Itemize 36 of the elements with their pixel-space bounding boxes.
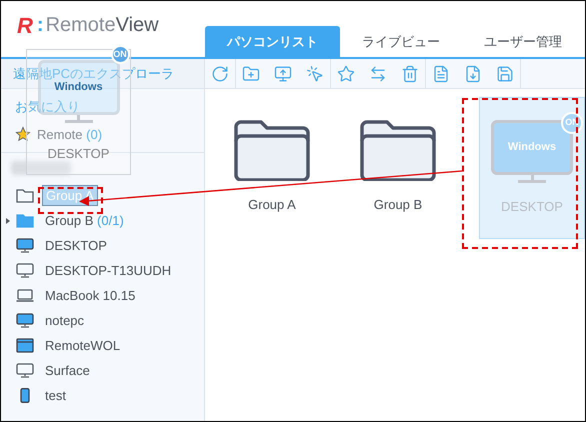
tile-label: Group B — [374, 196, 422, 214]
save-icon[interactable] — [496, 64, 514, 82]
logo: R :RemoteView — [17, 11, 159, 39]
folder-icon — [359, 119, 437, 181]
tree-item[interactable]: DESKTOP-T13UUDH — [42, 260, 174, 280]
favorites-heading: お気に入り — [15, 98, 81, 116]
expand-caret-icon[interactable] — [6, 218, 10, 224]
screen-label: Windows — [508, 140, 556, 156]
tab[interactable]: ライブビュー — [340, 26, 462, 57]
tree-item[interactable]: MacBook 10.15 — [42, 286, 138, 306]
tree-item[interactable]: test — [42, 386, 69, 406]
folder-tile[interactable]: Group A — [213, 97, 331, 245]
folder-icon — [233, 119, 311, 181]
star-icon — [15, 126, 31, 142]
tree-item[interactable]: RemoteWOL — [42, 336, 124, 356]
status-badge: ON — [110, 45, 130, 64]
redacted-block — [11, 161, 71, 175]
star-icon[interactable] — [337, 64, 355, 82]
swap-arrows-icon[interactable] — [369, 64, 387, 82]
folder-plus-icon[interactable] — [242, 64, 260, 82]
tree-item[interactable]: DESKTOP — [42, 236, 110, 256]
tree-item[interactable]: Surface — [42, 360, 93, 380]
ghost-label: DESKTOP — [48, 145, 110, 163]
document-icon[interactable] — [432, 64, 450, 82]
file-download-icon[interactable] — [464, 64, 482, 82]
folder-tile[interactable]: Group B — [339, 97, 457, 245]
monitor-upload-icon[interactable] — [274, 64, 292, 82]
logo-separator: : — [36, 13, 44, 38]
tree-item[interactable]: Group B (0/1) — [42, 210, 127, 230]
trash-icon[interactable] — [401, 64, 419, 82]
screen-label: Windows — [54, 80, 103, 96]
tree-item[interactable]: notepc — [42, 310, 88, 330]
tab[interactable]: ユーザー管理 — [462, 26, 584, 57]
tile-label: Group A — [248, 196, 296, 214]
pointer-click-icon[interactable] — [306, 64, 324, 82]
refresh-icon[interactable] — [211, 64, 229, 82]
